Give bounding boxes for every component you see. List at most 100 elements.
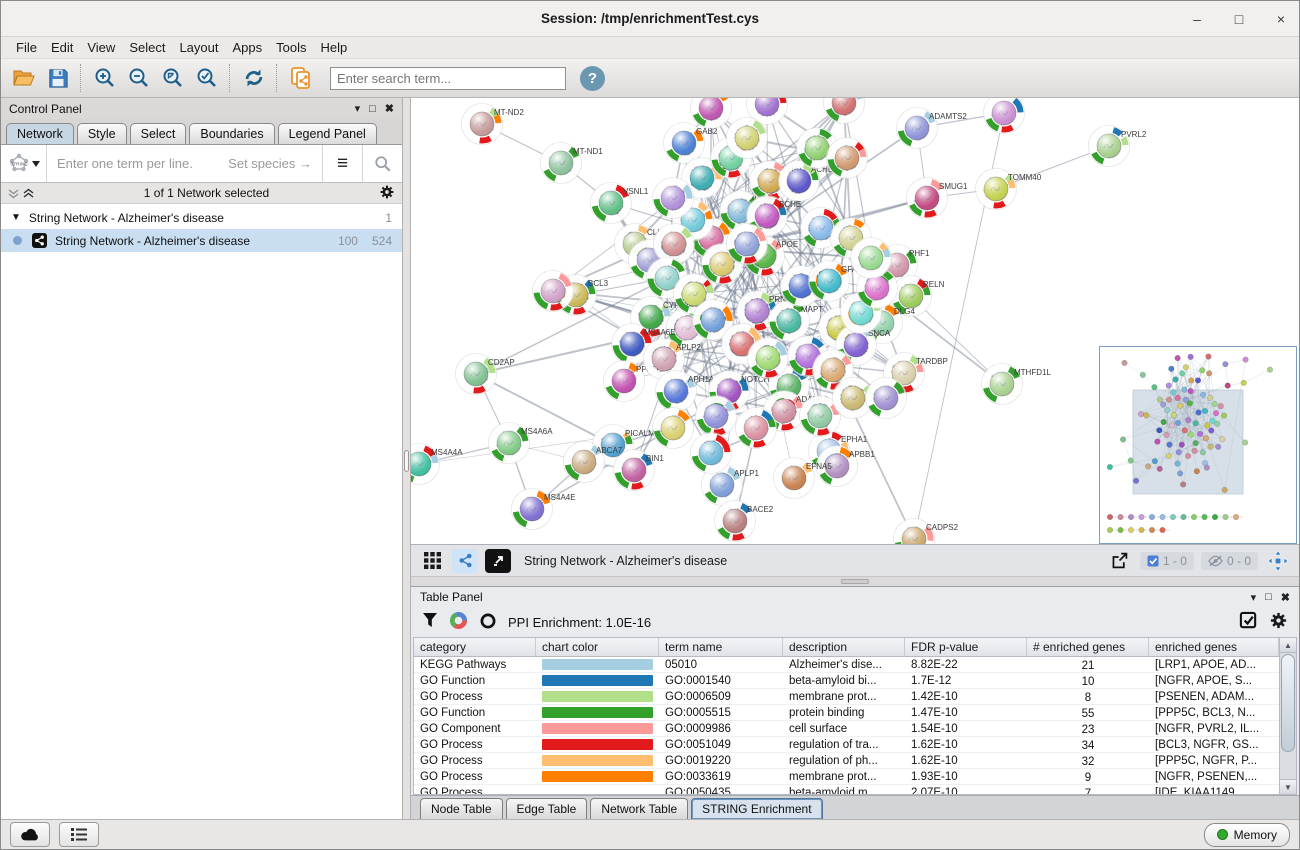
- svg-text:BACE2: BACE2: [747, 505, 774, 514]
- zoom-out-button[interactable]: [122, 63, 156, 93]
- birdseye-toggle-button[interactable]: [485, 549, 511, 573]
- chart-color-swatch: [542, 659, 653, 670]
- help-button[interactable]: ?: [580, 66, 605, 91]
- menu-item-tools[interactable]: Tools: [269, 38, 313, 57]
- table-row[interactable]: GO ProcessGO:0051049regulation of tra...…: [414, 737, 1279, 753]
- menu-item-select[interactable]: Select: [122, 38, 172, 57]
- table-row[interactable]: KEGG Pathways05010Alzheimer's dise...8.8…: [414, 657, 1279, 673]
- table-row[interactable]: GO ProcessGO:0019220regulation of ph...1…: [414, 753, 1279, 769]
- scrollbar-thumb[interactable]: [1281, 654, 1295, 752]
- panel-splitter[interactable]: [403, 98, 411, 819]
- network-list-item[interactable]: String Network - Alzheimer's disease1005…: [1, 229, 402, 252]
- cell-fdr-p-value: 1.62E-10: [905, 737, 1027, 752]
- column-header--enriched-genes[interactable]: # enriched genes: [1027, 638, 1149, 656]
- import-network-button[interactable]: [284, 63, 318, 93]
- menu-item-apps[interactable]: Apps: [226, 38, 270, 57]
- zoom-in-button[interactable]: [88, 63, 122, 93]
- tab-style[interactable]: Style: [77, 123, 127, 144]
- column-header-category[interactable]: category: [414, 638, 536, 656]
- table-row[interactable]: GO ProcessGO:0006509membrane prot...1.42…: [414, 689, 1279, 705]
- string-logo-icon: STRING: [8, 153, 30, 175]
- menu-item-view[interactable]: View: [80, 38, 122, 57]
- pan-control-icon[interactable]: [1265, 549, 1291, 573]
- chart-settings-button[interactable]: [449, 611, 468, 633]
- splitter-grip[interactable]: [841, 579, 869, 584]
- cell-enriched-gene-count: 23: [1027, 721, 1149, 736]
- tab-string-enrichment[interactable]: STRING Enrichment: [691, 798, 822, 819]
- ring-chart-button[interactable]: [479, 612, 497, 633]
- select-all-rows-button[interactable]: [1239, 611, 1258, 633]
- tab-network-table[interactable]: Network Table: [590, 798, 688, 819]
- column-header-chart-color[interactable]: chart color: [536, 638, 659, 656]
- column-header-term-name[interactable]: term name: [659, 638, 783, 656]
- collapse-triangle-icon[interactable]: ▼: [11, 212, 21, 223]
- string-search-button[interactable]: [362, 145, 402, 182]
- panel-close-icon[interactable]: ✖: [385, 102, 394, 115]
- grid-view-button[interactable]: [419, 549, 445, 573]
- string-options-button[interactable]: ≡: [322, 145, 362, 182]
- cell-description: beta-amyloid bi...: [783, 673, 905, 688]
- save-session-button[interactable]: [41, 63, 75, 93]
- close-button[interactable]: ×: [1273, 11, 1289, 27]
- panel-float-icon[interactable]: □: [1265, 591, 1272, 603]
- panel-menu-icon[interactable]: ▾: [1251, 591, 1257, 604]
- column-header-FDR-p-value[interactable]: FDR p-value: [905, 638, 1027, 656]
- network-list-item[interactable]: ▼String Network - Alzheimer's disease1: [1, 206, 402, 229]
- string-query-input[interactable]: Enter one term per line. Set species →: [47, 145, 322, 182]
- panel-float-icon[interactable]: □: [369, 103, 376, 115]
- export-network-button[interactable]: [1107, 549, 1133, 573]
- refresh-network-button[interactable]: [237, 63, 271, 93]
- table-row[interactable]: GO ProcessGO:0050435beta-amyloid m...2.0…: [414, 785, 1279, 794]
- menu-item-layout[interactable]: Layout: [172, 38, 225, 57]
- cell-category: GO Process: [414, 753, 536, 768]
- menu-item-help[interactable]: Help: [314, 38, 355, 57]
- minimize-button[interactable]: –: [1189, 11, 1205, 27]
- table-row[interactable]: GO FunctionGO:0005515protein binding1.47…: [414, 705, 1279, 721]
- filter-button[interactable]: [422, 612, 438, 632]
- open-session-button[interactable]: [7, 63, 41, 93]
- network-selection-bar: 1 of 1 Network selected: [1, 183, 402, 204]
- network-canvas[interactable]: MT-ND2MT-ND1VSNL1GAB2IRS1ADAMTS2PVRL2SMU…: [411, 98, 1299, 544]
- table-gear-icon[interactable]: [1269, 611, 1288, 633]
- cloud-button[interactable]: [10, 822, 50, 847]
- birdseye-minimap[interactable]: [1099, 346, 1297, 544]
- search-input[interactable]: [330, 67, 566, 90]
- tab-select[interactable]: Select: [130, 123, 187, 144]
- collapse-all-icon[interactable]: [8, 188, 19, 199]
- cell-fdr-p-value: 1.54E-10: [905, 721, 1027, 736]
- panel-menu-icon[interactable]: ▾: [355, 102, 361, 115]
- column-header-enriched-genes[interactable]: enriched genes: [1149, 638, 1279, 656]
- cell-enriched-genes: [PSENEN, ADAM...: [1149, 689, 1279, 704]
- splitter-grip[interactable]: [404, 450, 409, 472]
- table-scrollbar[interactable]: ▲ ▼: [1279, 638, 1296, 794]
- tab-boundaries[interactable]: Boundaries: [189, 123, 274, 144]
- tab-node-table[interactable]: Node Table: [420, 798, 503, 819]
- panel-close-icon[interactable]: ✖: [1281, 591, 1290, 604]
- column-header-description[interactable]: description: [783, 638, 905, 656]
- tab-edge-table[interactable]: Edge Table: [506, 798, 588, 819]
- menu-item-file[interactable]: File: [9, 38, 44, 57]
- zoom-fit-button[interactable]: [156, 63, 190, 93]
- tab-network[interactable]: Network: [6, 123, 74, 144]
- table-row[interactable]: GO FunctionGO:0001540beta-amyloid bi...1…: [414, 673, 1279, 689]
- cell-description: membrane prot...: [783, 689, 905, 704]
- checkbox-icon: [1147, 555, 1159, 567]
- task-list-button[interactable]: [59, 822, 99, 847]
- string-db-dropdown[interactable]: STRING: [1, 145, 47, 182]
- tab-legend-panel[interactable]: Legend Panel: [278, 123, 377, 144]
- network-gear-icon[interactable]: [379, 184, 395, 203]
- control-panel-tabs: NetworkStyleSelectBoundariesLegend Panel: [1, 119, 402, 145]
- table-row[interactable]: GO ProcessGO:0033619membrane prot...1.93…: [414, 769, 1279, 785]
- table-splitter[interactable]: [411, 576, 1299, 586]
- zoom-selected-button[interactable]: [190, 63, 224, 93]
- scroll-down-arrow[interactable]: ▼: [1280, 779, 1296, 794]
- scroll-up-arrow[interactable]: ▲: [1280, 638, 1296, 653]
- chart-color-swatch: [542, 771, 653, 782]
- string-view-button[interactable]: [452, 549, 478, 573]
- maximize-button[interactable]: □: [1231, 11, 1247, 27]
- menu-item-edit[interactable]: Edit: [44, 38, 80, 57]
- expand-all-icon[interactable]: [23, 188, 34, 199]
- memory-button[interactable]: Memory: [1204, 823, 1290, 847]
- enrichment-table[interactable]: categorychart colorterm namedescriptionF…: [414, 638, 1279, 794]
- table-row[interactable]: GO ComponentGO:0009986cell surface1.54E-…: [414, 721, 1279, 737]
